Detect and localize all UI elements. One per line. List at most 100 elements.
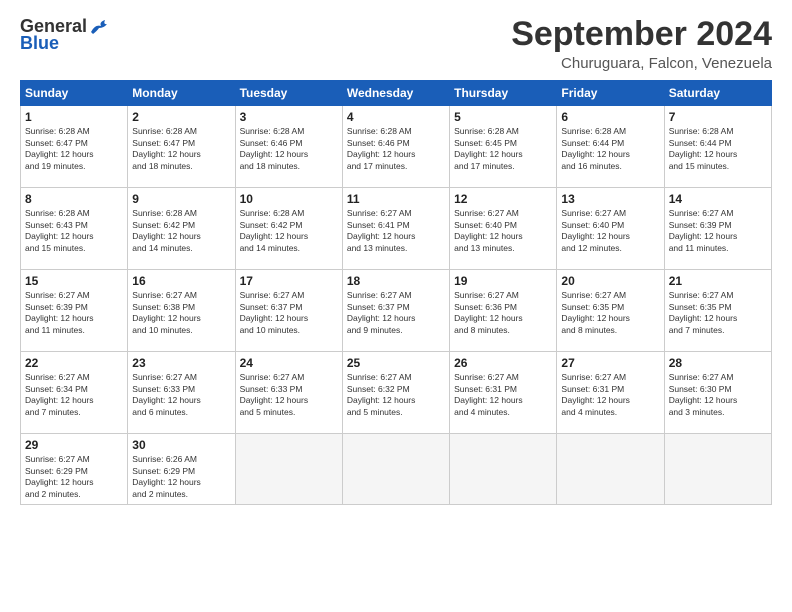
day-number: 17 — [240, 274, 338, 288]
day-number: 16 — [132, 274, 230, 288]
day-info: Sunrise: 6:26 AM Sunset: 6:29 PM Dayligh… — [132, 454, 230, 500]
table-row — [664, 434, 771, 505]
table-row: 9Sunrise: 6:28 AM Sunset: 6:42 PM Daylig… — [128, 188, 235, 270]
col-tuesday: Tuesday — [235, 81, 342, 106]
day-number: 7 — [669, 110, 767, 124]
day-number: 5 — [454, 110, 552, 124]
calendar-week-2: 8 Sunrise: 6:28 AM Sunset: 6:43 PM Daylig… — [21, 188, 772, 270]
table-row: 25 Sunrise: 6:27 AM Sunset: 6:32 PM Dayli… — [342, 352, 449, 434]
header: General Blue September 2024 Churuguara, … — [20, 16, 772, 72]
day-info: Sunrise: 6:27 AM Sunset: 6:32 PM Dayligh… — [347, 372, 445, 418]
table-row: 16 Sunrise: 6:27 AM Sunset: 6:38 PM Dayli… — [128, 270, 235, 352]
day-number: 15 — [25, 274, 123, 288]
table-row: 22 Sunrise: 6:27 AM Sunset: 6:34 PM Dayli… — [21, 352, 128, 434]
day-number: 1 — [25, 110, 123, 124]
day-number: 28 — [669, 356, 767, 370]
day-info: Sunrise: 6:27 AM Sunset: 6:30 PM Dayligh… — [669, 372, 767, 418]
month-title: September 2024 — [511, 16, 772, 53]
table-row — [342, 434, 449, 505]
day-number: 2 — [132, 110, 230, 124]
table-row: 17 Sunrise: 6:27 AM Sunset: 6:37 PM Dayli… — [235, 270, 342, 352]
day-number: 27 — [561, 356, 659, 370]
day-info: Sunrise: 6:27 AM Sunset: 6:29 PM Dayligh… — [25, 454, 123, 500]
table-row: 3 Sunrise: 6:28 AM Sunset: 6:46 PM Daylig… — [235, 106, 342, 188]
day-number: 14 — [669, 192, 767, 206]
day-info: Sunrise: 6:28 AM Sunset: 6:44 PM Dayligh… — [669, 126, 767, 172]
table-row: 27Sunrise: 6:27 AM Sunset: 6:31 PM Dayli… — [557, 352, 664, 434]
table-row: 30 Sunrise: 6:26 AM Sunset: 6:29 PM Dayli… — [128, 434, 235, 505]
day-info: Sunrise: 6:28 AM Sunset: 6:46 PM Dayligh… — [240, 126, 338, 172]
day-info: Sunrise: 6:27 AM Sunset: 6:34 PM Dayligh… — [25, 372, 123, 418]
day-number: 29 — [25, 438, 123, 452]
table-row: 29 Sunrise: 6:27 AM Sunset: 6:29 PM Dayli… — [21, 434, 128, 505]
day-number: 9 — [132, 192, 230, 206]
table-row: 28 Sunrise: 6:27 AM Sunset: 6:30 PM Dayli… — [664, 352, 771, 434]
day-info: Sunrise: 6:27 AM Sunset: 6:33 PM Dayligh… — [132, 372, 230, 418]
day-number: 24 — [240, 356, 338, 370]
col-monday: Monday — [128, 81, 235, 106]
day-info: Sunrise: 6:28 AM Sunset: 6:46 PM Dayligh… — [347, 126, 445, 172]
calendar-week-3: 15 Sunrise: 6:27 AM Sunset: 6:39 PM Dayli… — [21, 270, 772, 352]
table-row: 7 Sunrise: 6:28 AM Sunset: 6:44 PM Daylig… — [664, 106, 771, 188]
table-row: 10Sunrise: 6:28 AM Sunset: 6:42 PM Dayli… — [235, 188, 342, 270]
day-number: 11 — [347, 192, 445, 206]
day-info: Sunrise: 6:28 AM Sunset: 6:43 PM Dayligh… — [25, 208, 123, 254]
day-info: Sunrise: 6:27 AM Sunset: 6:38 PM Dayligh… — [132, 290, 230, 336]
day-info: Sunrise: 6:28 AM Sunset: 6:44 PM Dayligh… — [561, 126, 659, 172]
day-number: 22 — [25, 356, 123, 370]
table-row: 19 Sunrise: 6:27 AM Sunset: 6:36 PM Dayli… — [450, 270, 557, 352]
table-row: 4 Sunrise: 6:28 AM Sunset: 6:46 PM Daylig… — [342, 106, 449, 188]
day-number: 23 — [132, 356, 230, 370]
day-number: 20 — [561, 274, 659, 288]
table-row: 14 Sunrise: 6:27 AM Sunset: 6:39 PM Dayli… — [664, 188, 771, 270]
day-number: 30 — [132, 438, 230, 452]
table-row: 20 Sunrise: 6:27 AM Sunset: 6:35 PM Dayli… — [557, 270, 664, 352]
table-row: 5Sunrise: 6:28 AM Sunset: 6:45 PM Daylig… — [450, 106, 557, 188]
col-wednesday: Wednesday — [342, 81, 449, 106]
table-row: 8 Sunrise: 6:28 AM Sunset: 6:43 PM Daylig… — [21, 188, 128, 270]
day-info: Sunrise: 6:27 AM Sunset: 6:33 PM Dayligh… — [240, 372, 338, 418]
table-row: 2Sunrise: 6:28 AM Sunset: 6:47 PM Daylig… — [128, 106, 235, 188]
col-thursday: Thursday — [450, 81, 557, 106]
table-row: 24 Sunrise: 6:27 AM Sunset: 6:33 PM Dayli… — [235, 352, 342, 434]
day-info: Sunrise: 6:27 AM Sunset: 6:37 PM Dayligh… — [347, 290, 445, 336]
logo-blue: Blue — [20, 33, 59, 54]
table-row: 23 Sunrise: 6:27 AM Sunset: 6:33 PM Dayli… — [128, 352, 235, 434]
day-info: Sunrise: 6:27 AM Sunset: 6:40 PM Dayligh… — [561, 208, 659, 254]
day-number: 26 — [454, 356, 552, 370]
day-info: Sunrise: 6:27 AM Sunset: 6:40 PM Dayligh… — [454, 208, 552, 254]
day-number: 12 — [454, 192, 552, 206]
table-row — [557, 434, 664, 505]
table-row: 21Sunrise: 6:27 AM Sunset: 6:35 PM Dayli… — [664, 270, 771, 352]
table-row: 11Sunrise: 6:27 AM Sunset: 6:41 PM Dayli… — [342, 188, 449, 270]
calendar-table: Sunday Monday Tuesday Wednesday Thursday… — [20, 80, 772, 505]
day-number: 25 — [347, 356, 445, 370]
calendar-week-4: 22 Sunrise: 6:27 AM Sunset: 6:34 PM Dayli… — [21, 352, 772, 434]
col-sunday: Sunday — [21, 81, 128, 106]
day-info: Sunrise: 6:28 AM Sunset: 6:47 PM Dayligh… — [25, 126, 123, 172]
day-number: 8 — [25, 192, 123, 206]
table-row: 13 Sunrise: 6:27 AM Sunset: 6:40 PM Dayli… — [557, 188, 664, 270]
day-info: Sunrise: 6:27 AM Sunset: 6:36 PM Dayligh… — [454, 290, 552, 336]
day-info: Sunrise: 6:27 AM Sunset: 6:37 PM Dayligh… — [240, 290, 338, 336]
day-info: Sunrise: 6:27 AM Sunset: 6:39 PM Dayligh… — [669, 208, 767, 254]
table-row: 15 Sunrise: 6:27 AM Sunset: 6:39 PM Dayli… — [21, 270, 128, 352]
location-subtitle: Churuguara, Falcon, Venezuela — [511, 55, 772, 72]
day-number: 6 — [561, 110, 659, 124]
day-info: Sunrise: 6:27 AM Sunset: 6:35 PM Dayligh… — [561, 290, 659, 336]
day-number: 18 — [347, 274, 445, 288]
day-number: 21 — [669, 274, 767, 288]
table-row: 1 Sunrise: 6:28 AM Sunset: 6:47 PM Daylig… — [21, 106, 128, 188]
header-row: Sunday Monday Tuesday Wednesday Thursday… — [21, 81, 772, 106]
day-info: Sunrise: 6:27 AM Sunset: 6:39 PM Dayligh… — [25, 290, 123, 336]
logo-bird-icon — [89, 18, 111, 36]
table-row: 26Sunrise: 6:27 AM Sunset: 6:31 PM Dayli… — [450, 352, 557, 434]
table-row: 6 Sunrise: 6:28 AM Sunset: 6:44 PM Daylig… — [557, 106, 664, 188]
table-row — [235, 434, 342, 505]
day-number: 4 — [347, 110, 445, 124]
day-number: 3 — [240, 110, 338, 124]
col-friday: Friday — [557, 81, 664, 106]
day-number: 13 — [561, 192, 659, 206]
logo: General Blue — [20, 16, 111, 54]
day-number: 19 — [454, 274, 552, 288]
